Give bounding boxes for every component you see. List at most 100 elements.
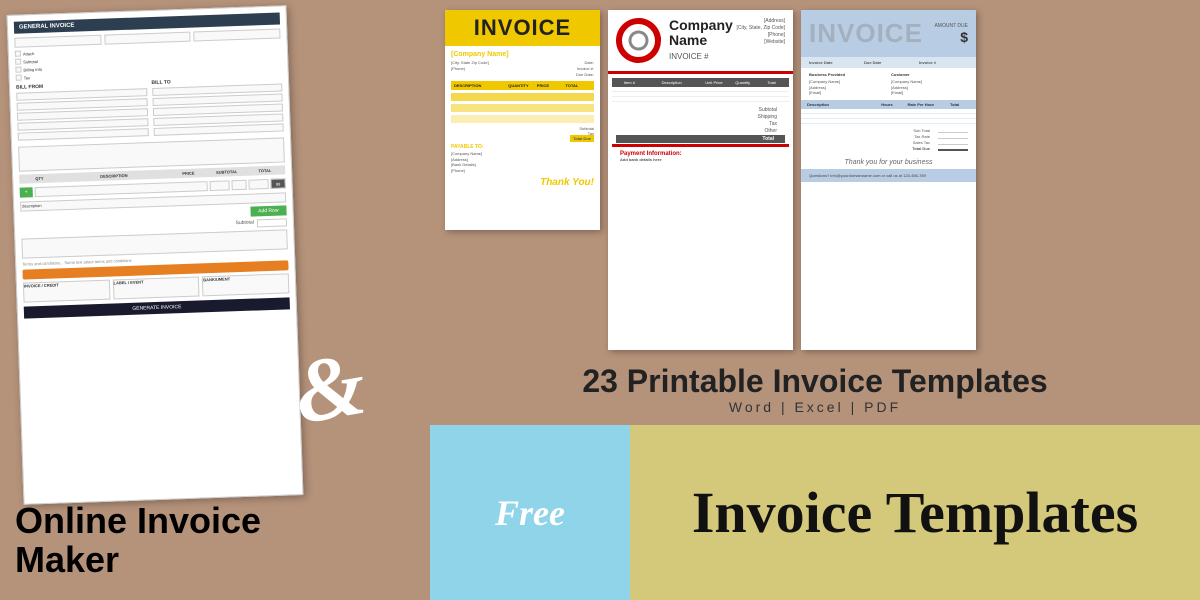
t2-subtotal-label: Subtotal bbox=[759, 107, 777, 113]
t3-to-city: [Email] bbox=[891, 90, 968, 96]
t3-footer: Questions? info@yourdomainname.com or ca… bbox=[801, 169, 976, 182]
t2-th-item: Item # bbox=[616, 80, 643, 85]
t1-company: [Company Name] bbox=[451, 51, 594, 58]
total-col-header: TOTAL bbox=[247, 167, 283, 173]
online-invoice-line1: Online Invoice bbox=[15, 500, 261, 541]
t1-body: [Company Name] [City, State Zip Code] Da… bbox=[445, 46, 600, 193]
t3-billed-to-label: Customer bbox=[891, 72, 968, 77]
t3-header: INVOICE AMOUNT DUE $ bbox=[801, 10, 976, 57]
checkbox-4[interactable] bbox=[16, 75, 22, 81]
t3-invoice-date-label: Invoice Date bbox=[809, 60, 858, 65]
t3-totaldue-val bbox=[938, 146, 968, 151]
t3-billed-to-text: [Company Name] [Address] [Email] bbox=[891, 79, 968, 96]
t2-header: Company Name INVOICE # [Address] [City, … bbox=[608, 10, 793, 74]
t3-billed-to: Customer [Company Name] [Address] [Email… bbox=[891, 72, 968, 96]
right-section: INVOICE [Company Name] [City, State Zip … bbox=[430, 0, 1200, 600]
add-item-button[interactable]: + bbox=[20, 187, 33, 197]
bill-row: BILL FROM BILL TO bbox=[16, 75, 284, 142]
t3-subtotal-val bbox=[938, 128, 968, 133]
left-section: GENERAL INVOICE Attach Subtotal bbox=[0, 0, 430, 600]
t1-invoice-num: Invoice #: bbox=[577, 66, 594, 71]
bill-to-field-5[interactable] bbox=[153, 123, 284, 136]
company-logo-svg bbox=[616, 18, 661, 63]
t3-amount-label: AMOUNT DUE bbox=[934, 23, 968, 29]
t1-line-3 bbox=[451, 115, 594, 123]
item-subtotal[interactable] bbox=[248, 179, 268, 190]
t1-info-row-1: [City, State Zip Code] Date: bbox=[451, 60, 594, 65]
t3-salestax-row: Sales Tax bbox=[809, 140, 968, 145]
checkbox-label-4: Tax bbox=[24, 75, 30, 80]
form-field-1[interactable] bbox=[14, 35, 101, 48]
t3-due-date: Due Date bbox=[864, 60, 913, 65]
t3-th-desc: Description bbox=[807, 102, 869, 107]
t2-contact-info: [Address] [City, State, Zip Code] [Phone… bbox=[736, 18, 785, 46]
bill-from-field-5[interactable] bbox=[18, 128, 149, 141]
t1-total-col: TOTAL bbox=[565, 83, 591, 88]
t2-address: [Address] bbox=[736, 18, 785, 25]
item-price[interactable] bbox=[231, 180, 246, 191]
t3-totals: Sub Total Tax Rate Sales Tax Total Due bbox=[801, 124, 976, 156]
checkboxes-area: Attach Subtotal Billing Info Tax bbox=[15, 41, 282, 80]
t2-subtotal-area: Subtotal Shipping Tax Other bbox=[612, 107, 789, 143]
t3-th-rate: Rate Per Hour bbox=[905, 102, 936, 107]
item-field[interactable] bbox=[34, 181, 207, 197]
item-qty[interactable] bbox=[209, 180, 229, 191]
t3-addresses: Business Provided [Company Name] [Addres… bbox=[801, 68, 976, 100]
invoice-templates-text: Invoice Templates bbox=[692, 484, 1138, 542]
item-total[interactable]: 99 bbox=[270, 178, 285, 189]
t2-other-row: Other bbox=[616, 128, 785, 134]
template-card-2: Company Name INVOICE # [Address] [City, … bbox=[608, 10, 793, 350]
checkbox-3[interactable] bbox=[15, 67, 21, 73]
checkbox-1[interactable] bbox=[15, 51, 21, 57]
t3-tax-row: Tax Rate bbox=[809, 134, 968, 139]
t2-th-desc: Description bbox=[645, 80, 699, 85]
t2-city: [City, State, Zip Code] bbox=[736, 25, 785, 32]
templates-preview-area: INVOICE [Company Name] [City, State Zip … bbox=[430, 0, 1200, 360]
t3-tax-val bbox=[938, 134, 968, 139]
t2-payment-section: Payment Information: Add bank details he… bbox=[612, 144, 789, 166]
t2-payment-text: Add bank details here bbox=[620, 157, 781, 162]
label-2-title: LABEL / EVENT bbox=[114, 278, 199, 286]
t2-other-label: Other bbox=[764, 128, 777, 134]
printable-subtitle: Word | Excel | PDF bbox=[450, 399, 1180, 415]
t1-yellow-lines bbox=[451, 93, 594, 123]
t1-qty-col: QUANTITY bbox=[508, 83, 534, 88]
t1-subtotal-area: Subtotal Tax Total Due bbox=[451, 126, 594, 141]
invoice-maker-preview: GENERAL INVOICE Attach Subtotal bbox=[7, 5, 304, 504]
bottom-right: 23 Printable Invoice Templates Word | Ex… bbox=[430, 360, 1200, 600]
t1-line-1 bbox=[451, 93, 594, 101]
checkbox-label-2: Subtotal bbox=[23, 58, 38, 64]
template-card-3: INVOICE AMOUNT DUE $ Invoice Date Due Da… bbox=[801, 10, 976, 350]
t2-table-header: Item # Description Unit Price Quantity T… bbox=[612, 78, 789, 87]
t1-title: INVOICE bbox=[453, 15, 592, 41]
label-3: BANK/UMENT bbox=[202, 273, 289, 296]
t2-total-label: Total bbox=[762, 136, 774, 142]
t2-th-qty: Quantity bbox=[729, 80, 756, 85]
desc-col-header: DESCRIPTION bbox=[59, 171, 168, 180]
t1-thank-you: Thank You! bbox=[451, 177, 594, 188]
t1-due: Due Date: bbox=[576, 72, 594, 77]
t3-billed-from: Business Provided [Company Name] [Addres… bbox=[809, 72, 886, 96]
t2-shipping-label: Shipping bbox=[758, 114, 777, 120]
free-banner: Free bbox=[430, 425, 630, 600]
checkbox-2[interactable] bbox=[15, 59, 21, 65]
t3-from-city: [Email] bbox=[809, 90, 886, 96]
form-field-2[interactable] bbox=[104, 32, 191, 45]
t1-payable: PAYABLE TO: bbox=[451, 144, 594, 150]
t2-company-info: Company Name INVOICE # bbox=[669, 18, 736, 61]
t2-total-row: Total bbox=[616, 135, 785, 143]
t3-thank-you: Thank you for your business bbox=[801, 156, 976, 169]
main-container: GENERAL INVOICE Attach Subtotal bbox=[0, 0, 1200, 600]
t3-th-total: Total bbox=[939, 102, 970, 107]
online-invoice-line2: Maker bbox=[15, 539, 119, 580]
t2-phone: [Phone] bbox=[736, 32, 785, 39]
add-row-button[interactable]: Add Row bbox=[250, 205, 287, 216]
label-1-title: INVOICE / CREDIT bbox=[24, 281, 109, 289]
t2-th-unit: Unit Price bbox=[701, 80, 728, 85]
t3-salestax-val bbox=[938, 140, 968, 145]
t1-desc-col: DESCRIPTION bbox=[454, 83, 505, 88]
form-field-3[interactable] bbox=[194, 28, 281, 41]
t3-invoice-date: Invoice Date bbox=[809, 60, 858, 65]
t2-row-3 bbox=[612, 97, 789, 102]
t3-table-header: Description Hours Rate Per Hour Total bbox=[801, 100, 976, 109]
